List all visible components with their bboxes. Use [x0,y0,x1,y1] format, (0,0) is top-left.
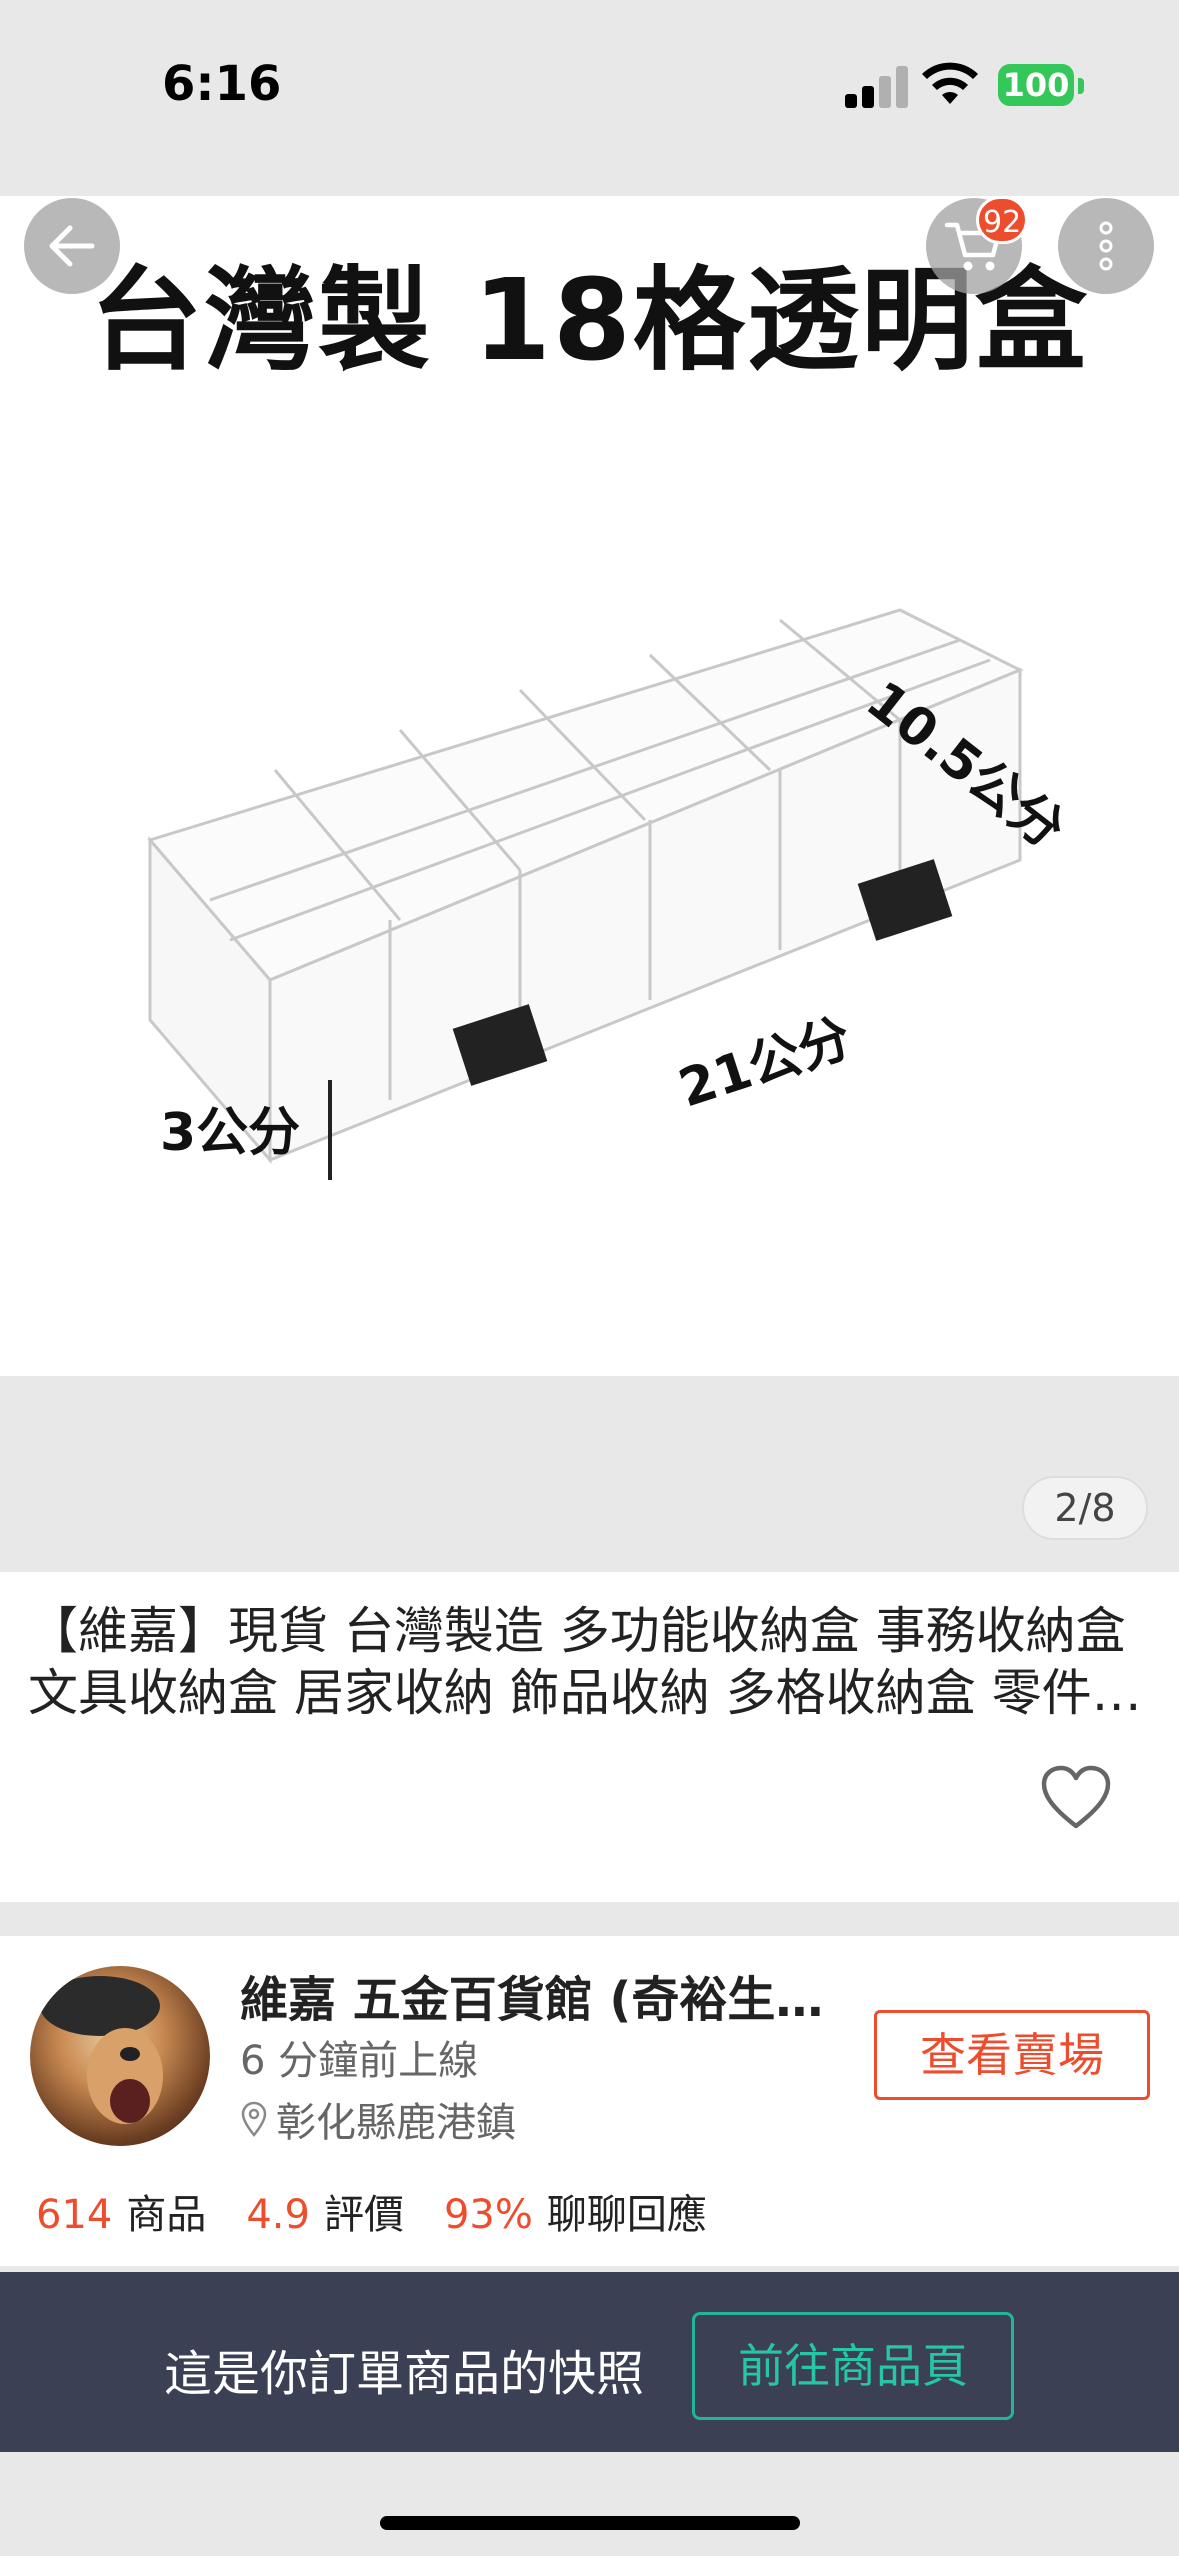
status-time: 6:16 [162,56,282,112]
wifi-icon [922,62,978,104]
image-pager: 2/8 [1022,1476,1148,1540]
shop-stats: 614 商品 4.9 評價 93% 聊聊回應 [36,2182,707,2240]
back-arrow-icon [49,225,95,267]
dimension-height-label: 3公分 [160,1103,301,1163]
home-indicator[interactable] [380,2516,800,2530]
shop-location: 彰化縣鹿港鎮 [240,2090,516,2148]
back-button[interactable] [24,198,120,294]
shop-name[interactable]: 維嘉 五金百貨館 (奇裕生活館) [240,1960,840,2030]
shop-online-status: 6 分鐘前上線 [240,2038,479,2084]
shop-avatar[interactable] [30,1966,210,2146]
image-gallery-band [0,1376,1179,1572]
cart-badge: 92 [976,196,1029,244]
stat-products: 614 商品 [36,2192,207,2238]
more-vertical-icon [1099,221,1113,271]
heart-icon[interactable] [1040,1764,1112,1832]
go-to-product-button[interactable]: 前往商品頁 [692,2312,1014,2420]
view-shop-button[interactable]: 查看賣場 [874,2010,1150,2100]
avatar-dog-image [40,1976,163,2124]
product-title: 【維嘉】現貨 台灣製造 多功能收納盒 事務收納盒 文具收納盒 居家收納 飾品收納… [28,1602,1142,1722]
shop-location-text: 彰化縣鹿港鎮 [276,2100,516,2146]
snapshot-message: 這是你訂單商品的快照 [164,2346,645,2402]
battery-tip [1078,78,1084,94]
location-pin-icon [241,2101,267,2137]
stat-chat-response: 93% 聊聊回應 [443,2192,707,2238]
battery-indicator: 100 [998,64,1074,106]
signal-icon [845,64,909,108]
more-button[interactable] [1058,198,1154,294]
stat-rating: 4.9 評價 [246,2192,404,2238]
